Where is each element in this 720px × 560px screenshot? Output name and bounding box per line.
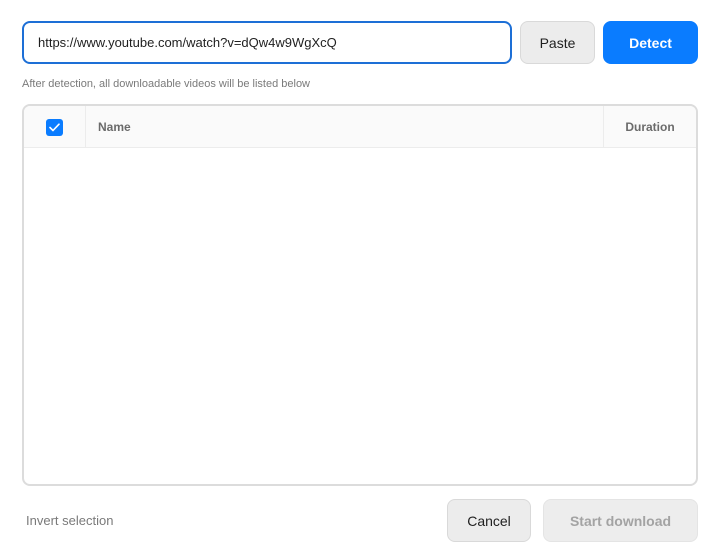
column-header-duration-label: Duration <box>625 120 675 134</box>
invert-selection-link[interactable]: Invert selection <box>26 513 113 528</box>
start-download-button[interactable]: Start download <box>543 499 698 542</box>
video-table: Name Duration <box>22 104 698 486</box>
column-header-name: Name <box>98 120 131 134</box>
table-header: Name Duration <box>24 106 696 148</box>
start-download-button-label: Start download <box>569 512 672 529</box>
check-icon <box>49 122 60 131</box>
detection-hint: After detection, all downloadable videos… <box>22 78 311 90</box>
detect-button-label: Detect <box>629 34 672 51</box>
cancel-button[interactable]: Cancel <box>447 499 531 542</box>
detect-button[interactable]: Detect <box>603 21 698 64</box>
cancel-button-label: Cancel <box>467 512 511 529</box>
select-all-cell <box>24 106 86 148</box>
paste-button[interactable]: Paste <box>520 21 595 64</box>
url-input[interactable] <box>22 21 512 64</box>
paste-button-label: Paste <box>539 34 576 51</box>
column-header-duration: Duration <box>603 106 696 148</box>
select-all-checkbox[interactable] <box>46 118 63 136</box>
